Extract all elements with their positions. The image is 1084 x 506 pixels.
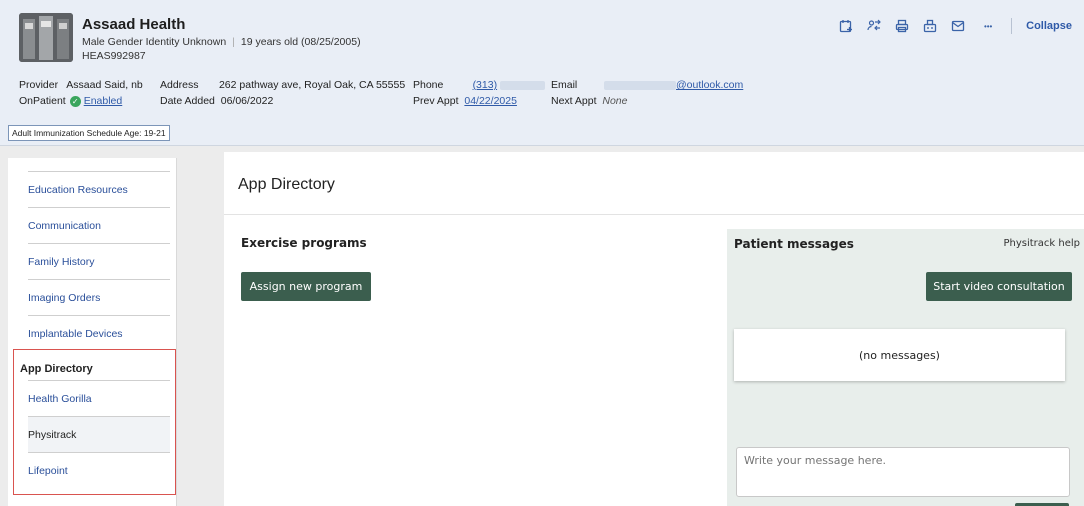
fax-icon[interactable] (923, 19, 937, 33)
physitrack-help-link[interactable]: Physitrack help (1003, 238, 1080, 249)
header-toolbar: ••• Collapse (839, 18, 1072, 34)
messages-list: (no messages) (734, 329, 1065, 381)
more-icon[interactable]: ••• (979, 19, 997, 33)
provider-label: Provider (19, 79, 59, 91)
patient-messages-heading: Patient messages (734, 237, 854, 251)
empty-messages-text: (no messages) (859, 348, 940, 362)
sidebar-item-education-resources[interactable]: Education Resources (28, 171, 170, 207)
provider-value: Assaad Said, nb (66, 79, 143, 91)
highlight-box (13, 349, 176, 495)
message-input[interactable] (736, 447, 1070, 497)
start-video-consultation-button[interactable]: Start video consultation (926, 272, 1072, 301)
redacted-email (604, 80, 676, 90)
redacted-phone (500, 80, 545, 90)
onpatient-label: OnPatient (19, 95, 66, 107)
email-label: Email (551, 79, 578, 91)
onpatient-value[interactable]: Enabled (84, 95, 123, 107)
page-title: App Directory (238, 176, 335, 193)
phone-label: Phone (413, 79, 444, 91)
immunization-schedule-badge[interactable]: Adult Immunization Schedule Age: 19-21 (8, 125, 170, 141)
sidebar-item-family-history[interactable]: Family History (28, 243, 170, 279)
collapse-button[interactable]: Collapse (1026, 20, 1072, 32)
people-swap-icon[interactable] (867, 19, 881, 33)
sidebar-item-label: Communication (28, 219, 101, 232)
next-appt-value: None (602, 95, 628, 107)
sidebar-item-imaging-orders[interactable]: Imaging Orders (28, 279, 170, 315)
email-value[interactable]: @outlook.com (676, 79, 743, 91)
exercise-programs-heading: Exercise programs (241, 236, 367, 250)
print-icon[interactable] (895, 19, 909, 33)
assign-program-button[interactable]: Assign new program (241, 272, 371, 301)
separator: | (232, 36, 235, 48)
date-added-value: 06/06/2022 (220, 95, 274, 107)
main-content: App Directory Exercise programs Assign n… (224, 152, 1084, 506)
date-added-label: Date Added (160, 95, 215, 107)
mail-icon[interactable] (951, 19, 965, 33)
patient-id: HEAS992987 (82, 50, 146, 62)
patient-gender: Male Gender Identity Unknown (82, 36, 227, 48)
patient-header: Assaad Health Male Gender Identity Unkno… (0, 0, 1084, 146)
sidebar-item-label: Implantable Devices (28, 327, 123, 340)
sidebar-item-label: Family History (28, 255, 95, 268)
sidebar-item-label: Education Resources (28, 183, 128, 196)
check-circle-icon: ✓ (69, 95, 81, 107)
calendar-add-icon[interactable] (839, 19, 853, 33)
patient-messages-panel: Patient messages Physitrack help Start v… (727, 229, 1084, 506)
sidebar-item-implantable-devices[interactable]: Implantable Devices (28, 315, 170, 351)
toolbar-divider (1011, 18, 1013, 34)
prev-appt-value[interactable]: 04/22/2025 (464, 95, 517, 107)
next-appt-label: Next Appt (551, 95, 597, 107)
sidebar-item-label: Imaging Orders (28, 291, 101, 304)
patient-avatar (19, 13, 73, 62)
patient-age: 19 years old (08/25/2005) (240, 36, 361, 48)
prev-appt-label: Prev Appt (413, 95, 459, 107)
sidebar-item-communication[interactable]: Communication (28, 207, 170, 243)
phone-value[interactable]: (313) (473, 79, 498, 91)
address-value: 262 pathway ave, Royal Oak, CA 55555 (218, 79, 406, 91)
divider (224, 214, 1084, 215)
address-label: Address (160, 79, 199, 91)
patient-name: Assaad Health (82, 16, 186, 33)
